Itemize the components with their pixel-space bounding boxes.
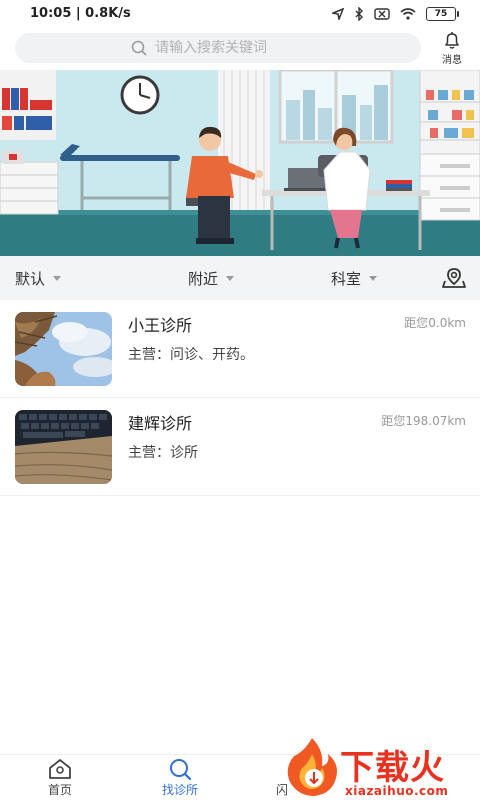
watermark-logo: 下载火 xiazaihuo.com <box>282 734 480 800</box>
clinic-list-item[interactable]: 小王诊所 距您0.0km 主营：问诊、开药。 <box>0 300 480 398</box>
watermark-subtitle: xiazaihuo.com <box>345 784 449 798</box>
clinic-main-business: 主营：问诊、开药。 <box>128 347 254 363</box>
bluetooth-icon <box>355 7 363 21</box>
watermark-title: 下载火 <box>340 748 445 788</box>
clinic-name: 小王诊所 <box>128 316 193 335</box>
home-icon <box>49 759 71 779</box>
clinic-thumbnail <box>15 410 112 484</box>
message-button[interactable]: 消息 <box>432 30 472 68</box>
clinic-name: 建辉诊所 <box>128 414 193 433</box>
search-bar[interactable] <box>15 33 421 63</box>
status-time: 10:05 | 0.8K/s <box>30 6 131 21</box>
clinic-thumbnail <box>15 312 112 386</box>
flame-logo-icon <box>287 738 337 796</box>
caret-down-icon <box>53 276 62 281</box>
message-label: 消息 <box>442 55 462 66</box>
filter-bar: 默认 附近 科室 <box>0 256 480 300</box>
search-icon <box>131 40 147 56</box>
battery-level: 75 <box>434 9 448 19</box>
nav-home-label: 首页 <box>47 783 72 797</box>
wifi-icon <box>400 8 416 20</box>
clinic-main-business: 主营：诊所 <box>128 445 198 461</box>
clinic-distance: 距您198.07km <box>381 414 466 428</box>
nav-find-clinic[interactable]: 找诊所 <box>150 758 210 798</box>
filter-nearby[interactable]: 附近 <box>188 268 235 289</box>
filter-department-label: 科室 <box>331 270 362 288</box>
nav-home[interactable]: 首页 <box>30 758 90 798</box>
caret-down-icon <box>226 276 235 281</box>
bell-icon <box>445 32 459 49</box>
status-bar: 10:05 | 0.8K/s 75 <box>0 0 480 30</box>
banner-illustration[interactable] <box>0 70 480 256</box>
clinic-illustration <box>0 70 480 256</box>
search-input[interactable] <box>155 40 305 56</box>
filter-default-label: 默认 <box>15 270 46 288</box>
sim-off-icon <box>374 8 390 20</box>
map-location-icon[interactable] <box>442 267 466 289</box>
filter-nearby-label: 附近 <box>188 270 219 288</box>
location-arrow-icon <box>332 8 344 20</box>
status-icons: 75 <box>332 7 459 21</box>
filter-department[interactable]: 科室 <box>331 268 378 289</box>
caret-down-icon <box>369 276 378 281</box>
clinic-distance: 距您0.0km <box>404 316 466 330</box>
clinic-list-item[interactable]: 建辉诊所 距您198.07km 主营：诊所 <box>0 398 480 496</box>
battery-icon: 75 <box>426 7 459 21</box>
search-icon <box>170 759 192 780</box>
nav-find-clinic-label: 找诊所 <box>161 783 198 797</box>
filter-default[interactable]: 默认 <box>15 268 62 289</box>
